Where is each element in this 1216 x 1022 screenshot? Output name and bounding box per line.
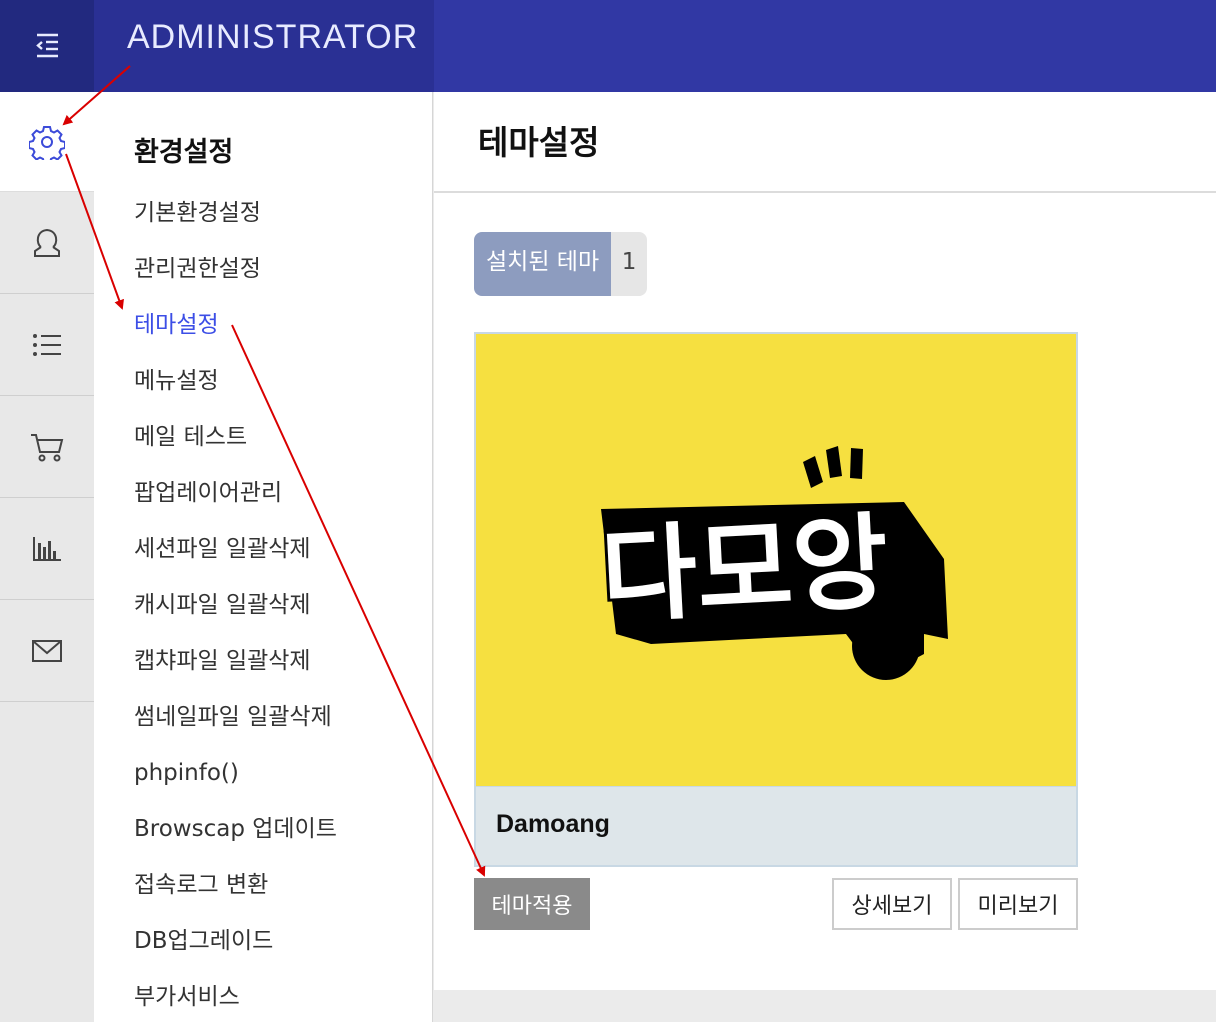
submenu-item-session-delete[interactable]: 세션파일 일괄삭제 — [134, 528, 337, 584]
submenu-item-theme-config[interactable]: 테마설정 — [134, 304, 337, 360]
installed-theme-count: 1 — [611, 232, 648, 296]
brand-title: ADMINISTRATOR — [127, 18, 419, 56]
list-icon — [33, 333, 61, 356]
theme-thumbnail: 다모앙 — [476, 334, 1076, 786]
theme-preview-button[interactable]: 미리보기 — [958, 878, 1078, 930]
submenu-item-cache-delete[interactable]: 캐시파일 일괄삭제 — [134, 584, 337, 640]
rail-item-mail[interactable] — [0, 600, 94, 702]
submenu-item-browscap[interactable]: Browscap 업데이트 — [134, 808, 337, 864]
title-divider — [434, 191, 1216, 193]
submenu-item-auth-config[interactable]: 관리권한설정 — [134, 248, 337, 304]
rail-item-stats[interactable] — [0, 498, 94, 600]
brand-area: ADMINISTRATOR — [94, 0, 434, 92]
submenu-item-popup-layer[interactable]: 팝업레이어관리 — [134, 472, 337, 528]
submenu-item-menu-config[interactable]: 메뉴설정 — [134, 360, 337, 416]
apply-theme-button[interactable]: 테마적용 — [474, 878, 590, 930]
submenu-item-captcha-delete[interactable]: 캡챠파일 일괄삭제 — [134, 640, 337, 696]
installed-theme-label: 설치된 테마 — [474, 232, 612, 296]
submenu-title: 환경설정 — [134, 137, 234, 168]
gear-icon — [29, 125, 65, 160]
installed-theme-badge: 설치된 테마 1 — [474, 232, 648, 296]
sub-menu: 환경설정 기본환경설정 관리권한설정 테마설정 메뉴설정 메일 테스트 팝업레이… — [94, 92, 433, 1022]
user-icon — [34, 228, 60, 257]
rail-item-shop[interactable] — [0, 396, 94, 498]
main-content: 테마설정 설치된 테마 1 다모앙 Damoang 테마적용 상세보기 미리보기 — [434, 92, 1216, 990]
damoang-logo: 다모앙 — [595, 446, 948, 680]
rail-item-settings[interactable] — [0, 92, 94, 192]
submenu-item-addon-service[interactable]: 부가서비스 — [134, 976, 337, 1022]
submenu-item-mail-test[interactable]: 메일 테스트 — [134, 416, 337, 472]
submenu-item-phpinfo[interactable]: phpinfo() — [134, 752, 337, 808]
theme-card: 다모앙 Damoang — [474, 332, 1078, 867]
cart-icon — [31, 433, 64, 461]
icon-rail — [0, 92, 94, 1022]
menu-collapse-icon — [36, 33, 58, 58]
mail-icon — [32, 639, 62, 662]
theme-name: Damoang — [496, 810, 610, 838]
submenu-list: 기본환경설정 관리권한설정 테마설정 메뉴설정 메일 테스트 팝업레이어관리 세… — [134, 192, 337, 1022]
rail-item-board[interactable] — [0, 294, 94, 396]
damoang-logo-text: 다모앙 — [598, 501, 891, 638]
submenu-item-thumbnail-delete[interactable]: 썸네일파일 일괄삭제 — [134, 696, 337, 752]
submenu-item-log-convert[interactable]: 접속로그 변환 — [134, 864, 337, 920]
top-header: ADMINISTRATOR — [0, 0, 1216, 92]
submenu-item-basic-config[interactable]: 기본환경설정 — [134, 192, 337, 248]
rail-item-members[interactable] — [0, 192, 94, 294]
submenu-item-db-upgrade[interactable]: DB업그레이드 — [134, 920, 337, 976]
bar-chart-icon — [33, 536, 61, 561]
theme-detail-button[interactable]: 상세보기 — [832, 878, 952, 930]
page-title: 테마설정 — [478, 123, 600, 162]
menu-toggle-button[interactable] — [0, 0, 94, 92]
